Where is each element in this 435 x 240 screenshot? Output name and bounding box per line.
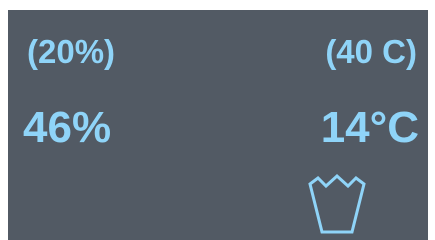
humidity-setpoint-label: (20%) (27, 33, 116, 70)
temperature-reading: 14°C (320, 103, 419, 152)
temperature-setpoint-label: (40 C) (325, 33, 417, 70)
humidity-reading: 46% (23, 103, 112, 152)
status-panel: (20%) (40 C) 46% 14°C (8, 10, 428, 240)
water-container-icon (308, 173, 366, 234)
